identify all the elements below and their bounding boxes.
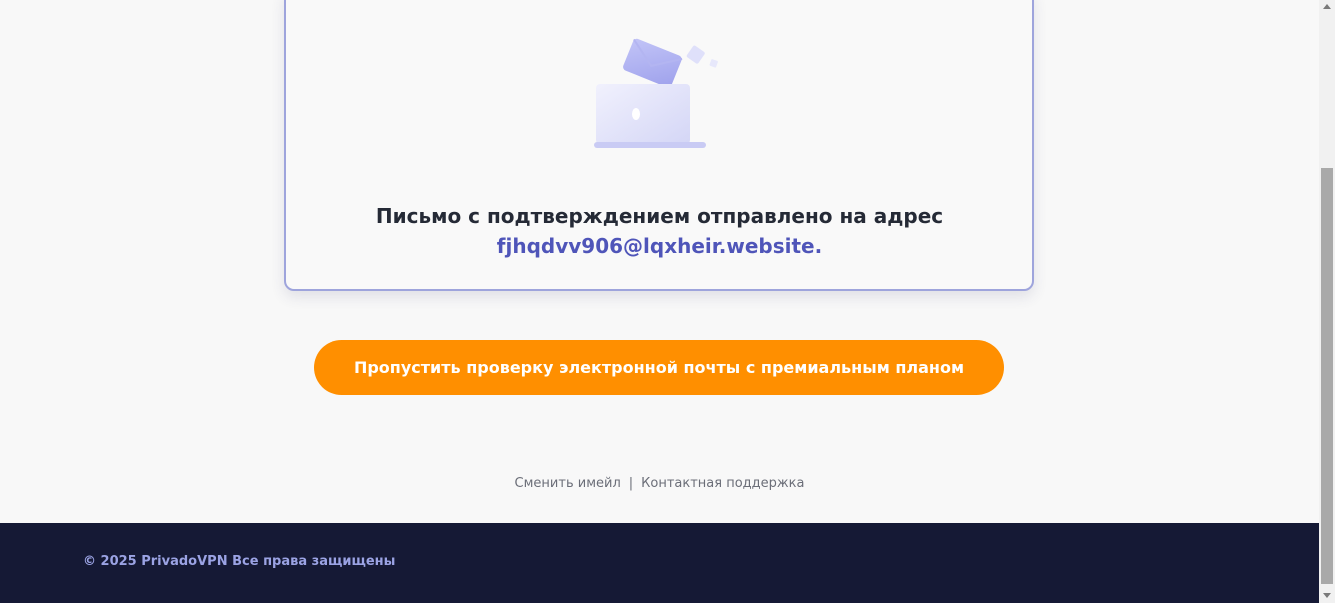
email-sent-laptop-icon (594, 38, 718, 148)
change-email-link[interactable]: Сменить имейл (515, 476, 621, 491)
vertical-scrollbar[interactable] (1319, 0, 1335, 603)
skip-verification-premium-button[interactable]: Пропустить проверку электронной почты с … (314, 340, 1004, 395)
scroll-down-arrow-icon[interactable] (1323, 593, 1331, 598)
contact-support-link[interactable]: Контактная поддержка (641, 476, 804, 491)
scroll-up-arrow-icon[interactable] (1323, 4, 1331, 9)
page: Письмо с подтверждением отправлено на ад… (0, 0, 1319, 603)
link-separator: | (628, 476, 634, 491)
footer-links: Сменить имейл | Контактная поддержка (0, 476, 1319, 491)
site-footer: © 2025 PrivadoVPN Все права защищены (0, 523, 1319, 603)
scrollbar-thumb[interactable] (1321, 168, 1333, 584)
confirmation-email: fjhqdvv906@lqxheir.website. (496, 234, 823, 258)
confirmation-message: Письмо с подтверждением отправлено на ад… (375, 204, 944, 228)
copyright-text: © 2025 PrivadoVPN Все права защищены (83, 554, 396, 569)
